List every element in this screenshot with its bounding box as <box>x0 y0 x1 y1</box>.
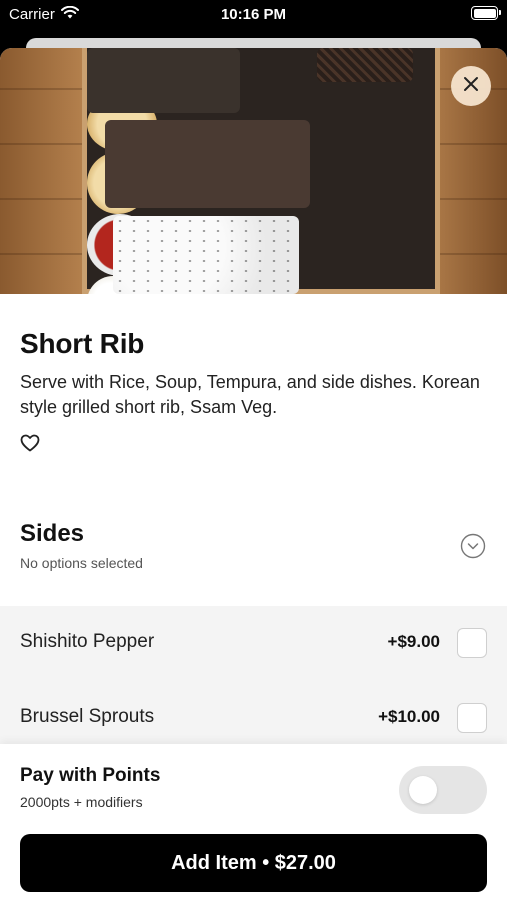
option-price: +$10.00 <box>378 707 440 726</box>
heart-outline-icon[interactable] <box>20 434 42 454</box>
bento-tray <box>82 48 440 294</box>
list-item-shishito-pepper[interactable]: Shishito Pepper +$9.00 <box>0 606 507 681</box>
option-name: Shishito Pepper <box>20 631 155 652</box>
option-name: Brussel Sprouts <box>20 706 155 727</box>
option-checkbox[interactable] <box>457 628 487 658</box>
close-icon <box>463 76 479 97</box>
item-title: Short Rib <box>20 328 145 359</box>
status-bar: Carrier 10:16 PM <box>0 0 507 30</box>
item-description: Serve with Rice, Soup, Tempura, and side… <box>20 372 480 417</box>
chevron-down-circle-icon[interactable] <box>460 533 486 559</box>
checkout-footer: Pay with Points 2000pts + modifiers Add … <box>0 744 507 900</box>
add-item-button[interactable]: Add Item • $27.00 <box>20 834 487 892</box>
pay-with-points-detail: 2000pts + modifiers <box>20 794 143 810</box>
status-time: 10:16 PM <box>220 6 287 23</box>
toggle-knob <box>409 776 437 804</box>
pay-with-points-label: Pay with Points <box>20 765 161 786</box>
close-button[interactable] <box>451 66 491 106</box>
option-price: +$9.00 <box>387 632 440 651</box>
pay-with-points-toggle[interactable] <box>399 766 487 814</box>
item-detail-sheet: Short Rib Serve with Rice, Soup, Tempura… <box>0 48 507 900</box>
item-photo <box>0 48 507 294</box>
sides-selection-status: No options selected <box>20 555 143 571</box>
battery-icon <box>471 6 501 20</box>
sides-heading: Sides <box>20 520 85 547</box>
option-checkbox[interactable] <box>457 703 487 733</box>
sides-options-list: Shishito Pepper +$9.00 Brussel Sprouts +… <box>0 606 507 756</box>
